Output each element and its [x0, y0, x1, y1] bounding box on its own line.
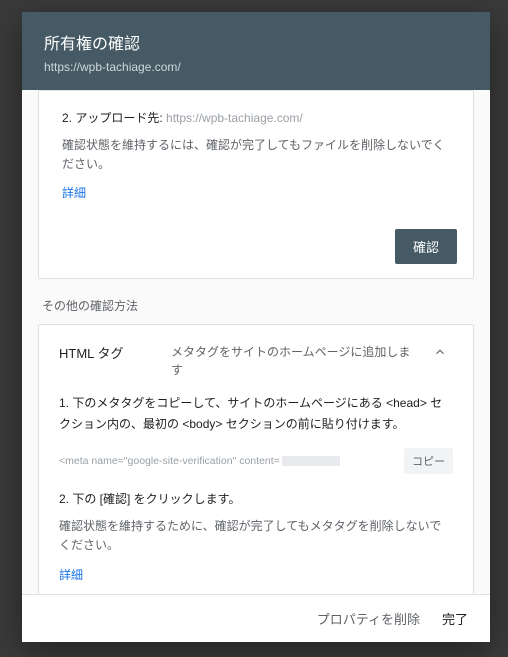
- file-keep-note: 確認状態を維持するには、確認が完了してもファイルを削除しないでください。: [62, 136, 453, 174]
- html-details-link[interactable]: 詳細: [59, 568, 83, 582]
- html-step-1: 1. 下のメタタグをコピーして、サイトのホームページにある <head> セクシ…: [59, 393, 453, 434]
- chevron-up-icon: [431, 343, 449, 361]
- file-details-link[interactable]: 詳細: [62, 186, 86, 200]
- html-tag-name: HTML タグ: [59, 343, 159, 362]
- remove-property-button[interactable]: プロパティを削除: [317, 609, 420, 628]
- meta-tag-value: <meta name="google-site-verification" co…: [59, 455, 394, 467]
- html-step-2: 2. 下の [確認] をクリックします。: [59, 490, 453, 507]
- other-methods-label: その他の確認方法: [42, 297, 470, 314]
- copy-button[interactable]: コピー: [404, 448, 453, 474]
- modal-body: 2. アップロード先: https://wpb-tachiage.com/ 確認…: [22, 90, 490, 594]
- modal-url: https://wpb-tachiage.com/: [44, 60, 468, 74]
- done-button[interactable]: 完了: [442, 609, 468, 628]
- html-keep-note: 確認状態を維持するために、確認が完了してもメタタグを削除しないでください。: [59, 517, 453, 555]
- file-step-2: 2. アップロード先: https://wpb-tachiage.com/: [62, 109, 453, 126]
- modal-header: 所有権の確認 https://wpb-tachiage.com/: [22, 12, 490, 90]
- modal-footer: プロパティを削除 完了: [22, 594, 490, 642]
- html-tag-header[interactable]: HTML タグ メタタグをサイトのホームページに追加します: [39, 325, 473, 393]
- redacted-content: [282, 456, 340, 466]
- modal-title: 所有権の確認: [44, 30, 468, 54]
- html-tag-card: HTML タグ メタタグをサイトのホームページに追加します 1. 下のメタタグを…: [38, 324, 474, 594]
- html-tag-desc: メタタグをサイトのホームページに追加します: [171, 343, 419, 379]
- meta-tag-row: <meta name="google-site-verification" co…: [59, 448, 453, 474]
- file-method-card: 2. アップロード先: https://wpb-tachiage.com/ 確認…: [38, 90, 474, 279]
- ownership-modal: 所有権の確認 https://wpb-tachiage.com/ 2. アップロ…: [22, 12, 490, 642]
- file-verify-button[interactable]: 確認: [395, 229, 457, 264]
